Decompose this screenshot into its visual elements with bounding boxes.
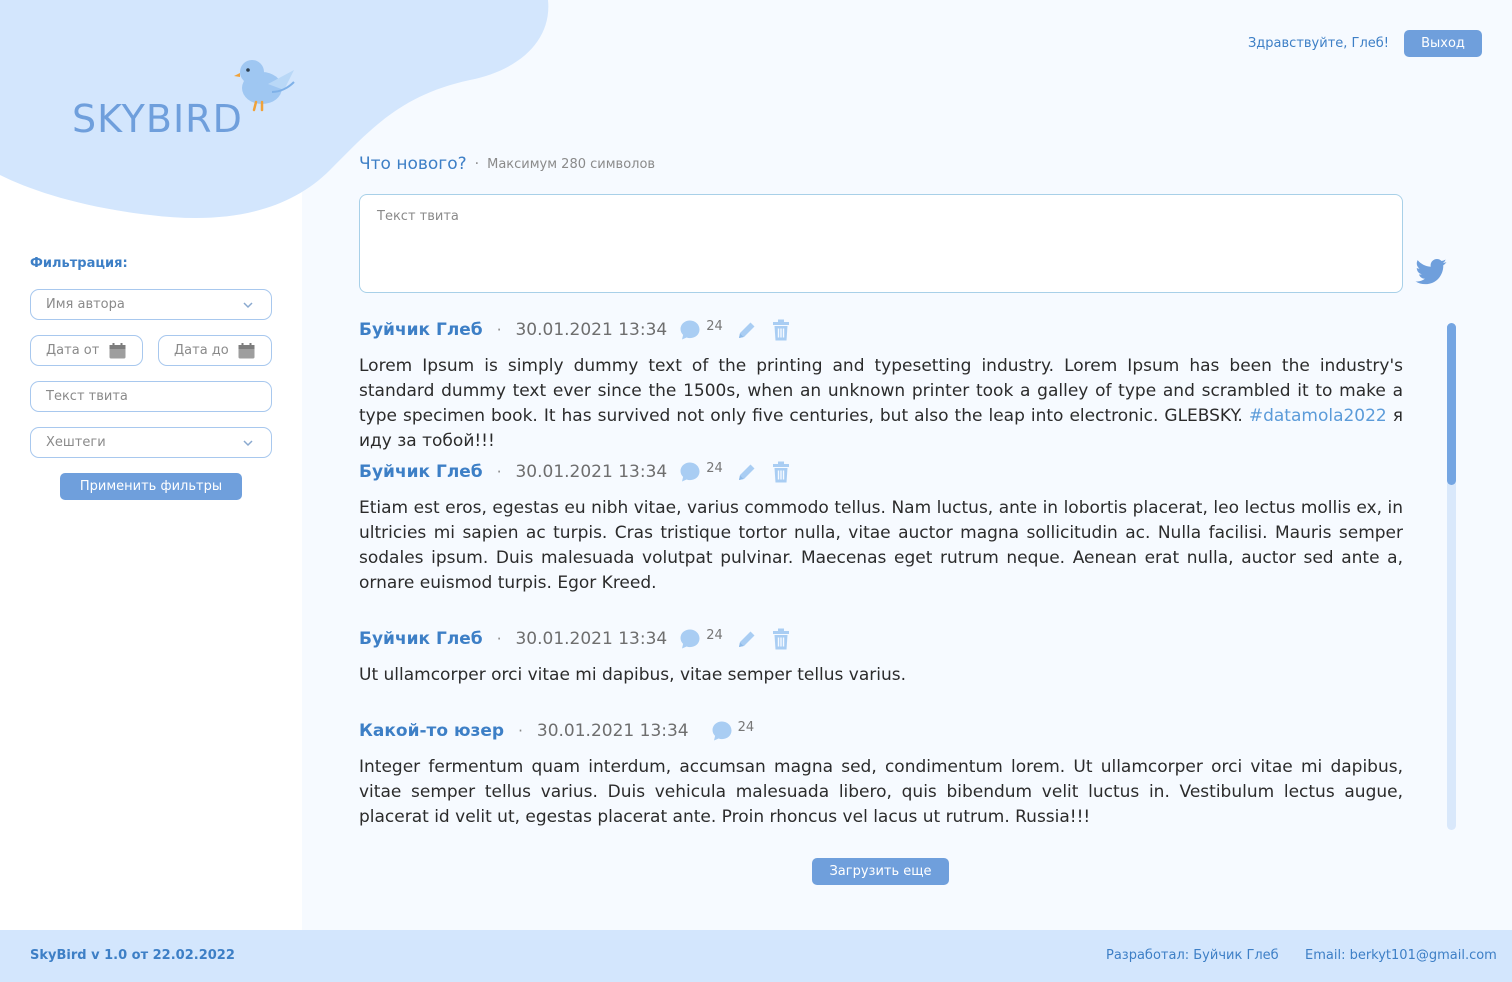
bird-logo-icon xyxy=(234,60,295,112)
logo[interactable]: SKYBIRD xyxy=(72,60,295,141)
tweet-text-filter-placeholder: Текст твита xyxy=(46,389,128,404)
comment-icon[interactable] xyxy=(679,319,701,341)
tweet-date: 30.01.2021 13:34 xyxy=(536,721,689,741)
twitter-bird-icon[interactable] xyxy=(1414,256,1449,287)
tweet-date: 30.01.2021 13:34 xyxy=(515,320,668,340)
trash-icon[interactable] xyxy=(771,319,791,341)
apply-filters-button[interactable]: Применить фильтры xyxy=(60,473,242,500)
hashtags-filter-select[interactable]: Хештеги xyxy=(30,427,272,458)
tweet-date: 30.01.2021 13:34 xyxy=(515,462,668,482)
comment-count: 24 xyxy=(706,627,723,643)
calendar-icon xyxy=(109,343,126,359)
hashtag-link[interactable]: #datamola2022 xyxy=(1249,406,1387,426)
date-from-field[interactable]: Дата от xyxy=(30,335,143,366)
footer-version: SkyBird v 1.0 от 22.02.2022 xyxy=(30,948,235,963)
tweet-text-part: Lorem Ipsum is simply dummy text of the … xyxy=(359,356,1403,426)
greeting-text: Здравствуйте, Глеб! xyxy=(1247,36,1389,51)
tweet-text-filter-input[interactable]: Текст твита xyxy=(30,381,272,412)
edit-icon[interactable] xyxy=(737,320,757,340)
trash-icon[interactable] xyxy=(771,628,791,650)
date-to-field[interactable]: Дата до xyxy=(158,335,272,366)
footer: SkyBird v 1.0 от 22.02.2022 Разработал: … xyxy=(0,930,1512,982)
tweet-item: Буйчик Глеб · 30.01.2021 13:34 24 Ut ull… xyxy=(359,627,1403,688)
footer-email[interactable]: Email: berkyt101@gmail.com xyxy=(1305,948,1497,963)
comment-count: 24 xyxy=(737,719,755,735)
tweet-item: Какой-то юзер · 30.01.2021 13:34 24 Inte… xyxy=(359,719,1403,830)
tweet-item: Буйчик Глеб · 30.01.2021 13:34 24 Etiam … xyxy=(359,460,1403,596)
chevron-down-icon xyxy=(243,440,253,447)
comment-count: 24 xyxy=(706,460,723,476)
footer-developer: Разработал: Буйчик Глеб xyxy=(1106,948,1279,963)
comment-count: 24 xyxy=(706,318,723,334)
date-from-placeholder: Дата от xyxy=(46,343,100,358)
tweet-text: Integer fermentum quam interdum, accumsa… xyxy=(359,757,1403,827)
tweet-text: Etiam est eros, egestas eu nibh vitae, v… xyxy=(359,498,1403,593)
comment-icon[interactable] xyxy=(679,461,701,483)
separator-dot: · xyxy=(496,630,502,648)
tweet-date: 30.01.2021 13:34 xyxy=(515,629,668,649)
tweet-author[interactable]: Какой-то юзер xyxy=(359,721,504,741)
logout-button[interactable]: Выход xyxy=(1404,30,1482,57)
comment-icon[interactable] xyxy=(679,628,701,650)
date-to-placeholder: Дата до xyxy=(174,343,229,358)
load-more-button[interactable]: Загрузить еще xyxy=(812,858,949,885)
tweet-text: Ut ullamcorper orci vitae mi dapibus, vi… xyxy=(359,665,907,685)
author-filter-select[interactable]: Имя автора xyxy=(30,289,272,320)
filters-panel: Фильтрация: Имя автора Дата от Дата до Т… xyxy=(30,256,272,500)
tweet-author[interactable]: Буйчик Глеб xyxy=(359,320,483,340)
hashtags-filter-placeholder: Хештеги xyxy=(46,435,106,450)
tweet-author[interactable]: Буйчик Глеб xyxy=(359,462,483,482)
tweet-item: Буйчик Глеб · 30.01.2021 13:34 24 Lorem … xyxy=(359,318,1403,454)
trash-icon[interactable] xyxy=(771,461,791,483)
calendar-icon xyxy=(238,343,255,359)
author-filter-placeholder: Имя автора xyxy=(46,297,125,312)
separator-dot: · xyxy=(518,722,523,740)
feed-scrollbar[interactable] xyxy=(1447,323,1456,830)
tweet-author[interactable]: Буйчик Глеб xyxy=(359,629,483,649)
tweet-text: Lorem Ipsum is simply dummy text of the … xyxy=(359,354,1403,454)
separator-dot: · xyxy=(496,463,502,481)
comment-icon[interactable] xyxy=(711,720,733,742)
separator-dot: · xyxy=(496,321,502,339)
logo-text: SKYBIRD xyxy=(72,97,243,141)
chevron-down-icon xyxy=(243,302,253,309)
filters-title: Фильтрация: xyxy=(30,256,128,271)
edit-icon[interactable] xyxy=(737,462,757,482)
edit-icon[interactable] xyxy=(737,629,757,649)
feed-scrollbar-thumb[interactable] xyxy=(1447,323,1456,485)
